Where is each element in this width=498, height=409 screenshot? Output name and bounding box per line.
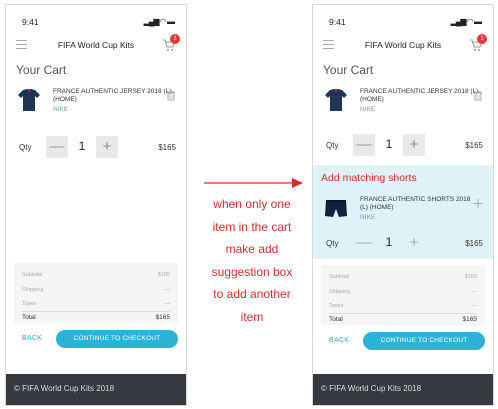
footer: © FIFA World Cup Kits 2018 — [6, 374, 186, 405]
item-price: $165 — [158, 143, 176, 152]
annotation-line: make add — [225, 242, 279, 256]
cart-icon[interactable]: 1 — [469, 34, 487, 52]
cart-icon[interactable]: 1 — [162, 34, 180, 52]
qty-label: Qty — [326, 141, 339, 150]
order-summary: Subtotal $165 Shipping — Taxes — Total $165 — [321, 265, 485, 325]
qty-label: Qty — [19, 143, 32, 152]
suggested-item: FRANCE AUTHENTIC SHORTS 2018 (L) (HOME) … — [323, 193, 485, 237]
shipping-value: — — [471, 289, 478, 295]
taxes-value: — — [471, 303, 478, 309]
subtotal-label: Subtotal — [22, 272, 43, 278]
app-title: FIFA World Cup Kits — [57, 40, 135, 50]
annotation-line: item — [240, 309, 264, 324]
suggestion-title: Add matching shorts — [321, 172, 417, 184]
jersey-thumbnail — [16, 87, 42, 113]
item-brand: NIKE — [53, 106, 69, 113]
cart-screen-with-suggestion: 9:41 ▂▄▆ ◠ ▬ FIFA World Cup Kits 1 Your … — [312, 4, 494, 406]
status-time: 9:41 — [329, 17, 346, 27]
summary-divider — [22, 311, 170, 312]
qty-value: 1 — [385, 235, 393, 249]
suggested-item-price: $165 — [465, 239, 483, 248]
total-row: Total $165 — [22, 314, 170, 324]
summary-divider — [329, 313, 477, 314]
back-button[interactable]: BACK — [22, 335, 42, 342]
qty-decrease-button[interactable]: — — [353, 232, 375, 254]
quantity-row: Qty — 1 + $165 — [16, 136, 178, 160]
page-title: Your Cart — [323, 63, 374, 77]
shorts-thumbnail — [323, 195, 349, 221]
item-brand: NIKE — [360, 106, 376, 113]
qty-increase-button[interactable]: + — [96, 136, 118, 158]
suggestion-box: Add matching shorts FRANCE AUTHENTIC SHO… — [313, 165, 493, 259]
qty-decrease-button[interactable]: — — [353, 134, 375, 156]
subtotal-row: Subtotal $165 — [22, 272, 170, 282]
annotation-line: item in the cart — [212, 219, 292, 234]
shipping-label: Shipping — [329, 289, 351, 295]
annotation-line: when only one — [213, 197, 291, 211]
cart-screen-single-item: 9:41 ▂▄▆ ◠ ▬ FIFA World Cup Kits 1 Your … — [5, 4, 187, 406]
total-row: Total $165 — [329, 316, 477, 326]
trash-icon[interactable] — [473, 88, 483, 101]
qty-increase-button[interactable]: + — [403, 232, 425, 254]
status-time: 9:41 — [22, 17, 39, 27]
total-label: Total — [329, 316, 343, 323]
cart-item: FRANCE AUTHENTIC JERSEY 2018 (L) (HOME) … — [323, 85, 485, 129]
total-value: $165 — [462, 316, 477, 323]
qty-value: 1 — [385, 137, 393, 151]
qty-value: 1 — [78, 139, 86, 153]
back-button[interactable]: BACK — [329, 337, 349, 344]
order-summary: Subtotal $165 Shipping — Taxes — Total $165 — [14, 263, 178, 323]
taxes-label: Taxes — [22, 301, 37, 307]
shipping-row: Shipping — — [329, 289, 477, 299]
shipping-value: — — [164, 287, 171, 293]
status-indicators-icon: ▂▄▆ ◠ ▬ — [450, 17, 482, 26]
cart-item: FRANCE AUTHENTIC JERSEY 2018 (L) (HOME) … — [16, 85, 178, 129]
taxes-label: Taxes — [329, 303, 344, 309]
add-suggested-item-button[interactable] — [473, 196, 483, 208]
subtotal-value: $165 — [157, 272, 170, 278]
annotation-text: when only one item in the cart make add … — [204, 193, 300, 328]
arrow-right-icon — [204, 178, 303, 188]
annotation-line: suggestion box — [211, 264, 293, 279]
total-label: Total — [22, 314, 36, 321]
quantity-row: Qty — 1 + $165 — [323, 134, 485, 158]
taxes-row: Taxes — — [329, 303, 477, 313]
qty-label: Qty — [326, 239, 339, 248]
suggested-item-name: FRANCE AUTHENTIC SHORTS 2018 (L) (HOME) — [360, 196, 471, 211]
trash-icon[interactable] — [166, 88, 176, 101]
status-bar: 9:41 ▂▄▆ ◠ ▬ — [6, 5, 186, 31]
app-title: FIFA World Cup Kits — [364, 40, 442, 50]
footer: © FIFA World Cup Kits 2018 — [313, 374, 493, 405]
item-name: FRANCE AUTHENTIC JERSEY 2018 (L) (HOME) — [53, 88, 172, 103]
shipping-label: Shipping — [22, 287, 44, 293]
qty-decrease-button[interactable]: — — [46, 136, 68, 158]
status-bar: 9:41 ▂▄▆ ◠ ▬ — [313, 5, 493, 31]
annotation-line: to add another — [213, 287, 291, 301]
suggested-quantity-row: Qty — 1 + $165 — [323, 232, 485, 256]
taxes-row: Taxes — — [22, 301, 170, 311]
cart-count-badge: 1 — [477, 34, 487, 44]
nav-bar: FIFA World Cup Kits 1 — [313, 34, 493, 57]
jersey-thumbnail — [323, 87, 349, 113]
suggested-item-brand: NIKE — [360, 214, 376, 221]
nav-bar: FIFA World Cup Kits 1 — [6, 34, 186, 57]
checkout-button[interactable]: CONTINUE TO CHECKOUT — [363, 332, 485, 350]
cart-count-badge: 1 — [170, 34, 180, 44]
shipping-row: Shipping — — [22, 287, 170, 297]
taxes-value: — — [164, 301, 171, 307]
item-price: $165 — [465, 141, 483, 150]
status-indicators-icon: ▂▄▆ ◠ ▬ — [143, 17, 175, 26]
checkout-button[interactable]: CONTINUE TO CHECKOUT — [56, 330, 178, 348]
subtotal-label: Subtotal — [329, 274, 350, 280]
subtotal-value: $165 — [464, 274, 477, 280]
total-value: $165 — [155, 314, 170, 321]
item-name: FRANCE AUTHENTIC JERSEY 2018 (L) (HOME) — [360, 88, 479, 103]
qty-increase-button[interactable]: + — [403, 134, 425, 156]
subtotal-row: Subtotal $165 — [329, 274, 477, 284]
page-title: Your Cart — [16, 63, 67, 77]
